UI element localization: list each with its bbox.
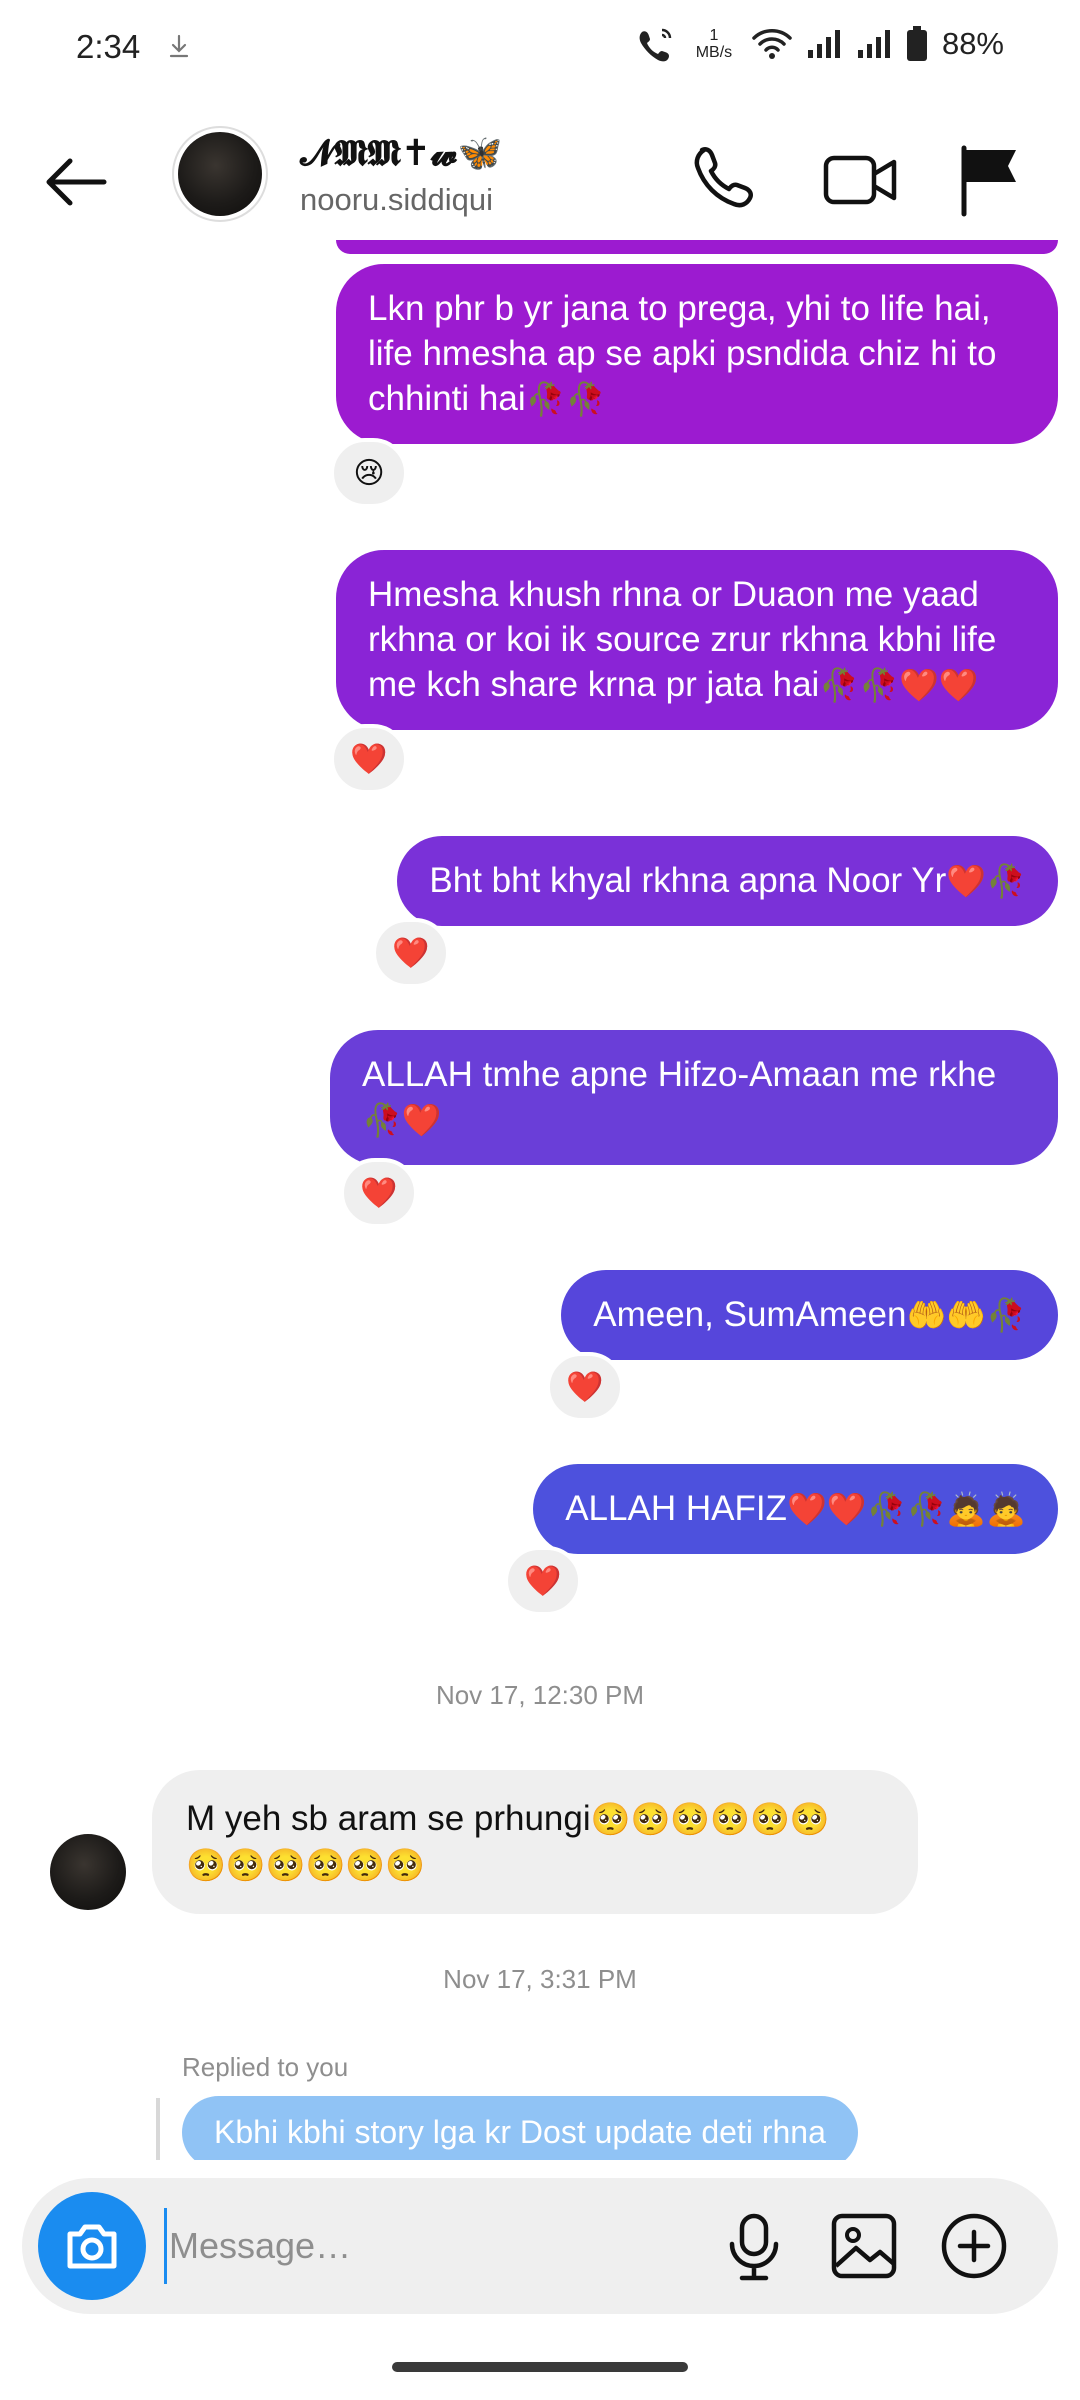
reaction-badge[interactable]: ❤️ xyxy=(504,1546,582,1616)
message-emoji: 🥀❤️ xyxy=(362,1101,442,1139)
timestamp: Nov 17, 3:31 PM xyxy=(443,1964,637,1994)
message-bubble-1[interactable]: Lkn phr b yr jana to prega, yhi to life … xyxy=(336,264,1058,444)
camera-icon xyxy=(67,2224,117,2269)
message-bubble[interactable]: ALLAH HAFIZ❤️❤️🥀🥀🙇🙇 xyxy=(533,1464,1058,1554)
message-text: M yeh sb aram se prhungi xyxy=(186,1799,591,1838)
signal-icon-2 xyxy=(857,30,890,58)
message-bubble-2[interactable]: Hmesha khush rhna or Duaon me yaad rkhna… xyxy=(336,550,1058,730)
status-bar: 2:34 1 MB/s 88% xyxy=(0,0,1080,96)
contact-avatar[interactable] xyxy=(172,126,268,222)
message-bubble-6[interactable]: ALLAH HAFIZ❤️❤️🥀🥀🙇🙇 xyxy=(533,1464,1058,1554)
network-speed: 1 MB/s xyxy=(695,27,733,61)
message-thread[interactable]: Lkn phr b yr jana to prega, yhi to life … xyxy=(0,240,1080,2160)
signal-icon xyxy=(807,30,840,58)
message-emoji: 🥺🥺🥺🥺🥺🥺 xyxy=(590,1800,830,1838)
home-indicator[interactable] xyxy=(392,2362,688,2372)
battery-percent: 88% xyxy=(941,26,1004,61)
reply-indicator-line xyxy=(156,2098,160,2160)
message-bubble-4[interactable]: ALLAH tmhe apne Hifzo-Amaan me rkhe 🥀❤️ xyxy=(330,1030,1058,1165)
message-text: ALLAH HAFIZ xyxy=(565,1489,787,1528)
status-icons: 1 MB/s 88% xyxy=(636,26,1004,62)
back-arrow-icon[interactable] xyxy=(40,146,112,218)
camera-button[interactable] xyxy=(38,2192,146,2300)
video-camera-icon[interactable] xyxy=(820,140,900,220)
message-emoji: ❤️❤️🥀🥀🙇🙇 xyxy=(786,1490,1026,1528)
message-bubble[interactable]: ALLAH tmhe apne Hifzo-Amaan me rkhe 🥀❤️ xyxy=(330,1030,1058,1165)
chat-header: 𝓝𝕸𝕸✝𝔀🦋 nooru.siddiqui xyxy=(0,110,1080,240)
message-bubble[interactable]: Bht bht khyal rkhna apna Noor Yr❤️🥀 xyxy=(397,836,1058,926)
reaction-badge[interactable]: ❤️ xyxy=(340,1158,418,1228)
battery-icon xyxy=(906,26,927,61)
timestamp: Nov 17, 12:30 PM xyxy=(435,1680,645,1710)
message-bubble[interactable]: Ameen, SumAmeen🤲🤲🥀 xyxy=(561,1270,1058,1360)
message-bubble[interactable]: Lkn phr b yr jana to prega, yhi to life … xyxy=(336,264,1058,444)
wifi-call-icon xyxy=(639,28,672,62)
previous-message-edge xyxy=(336,240,1058,254)
message-composer xyxy=(22,2178,1058,2314)
message-text: Ameen, SumAmeen xyxy=(593,1295,907,1334)
replied-message-bubble[interactable]: Kbhi kbhi story lga kr Dost update deti … xyxy=(182,2096,858,2160)
reaction-badge[interactable]: ❤️ xyxy=(330,724,408,794)
message-bubble[interactable]: Hmesha khush rhna or Duaon me yaad rkhna… xyxy=(336,550,1058,730)
microphone-icon[interactable] xyxy=(716,2208,792,2284)
download-icon xyxy=(169,34,189,58)
message-emoji: 🤲🤲🥀 xyxy=(906,1296,1026,1334)
message-emoji: 🥀🥀❤️❤️ xyxy=(819,666,979,704)
reaction-badge[interactable]: ❤️ xyxy=(372,918,450,988)
reaction-badge[interactable]: 😢 xyxy=(330,438,408,508)
contact-name[interactable]: 𝓝𝕸𝕸✝𝔀🦋 xyxy=(300,132,502,175)
flag-icon[interactable] xyxy=(950,140,1030,220)
contact-username[interactable]: nooru.siddiqui xyxy=(300,182,493,218)
message-text: Bht bht khyal rkhna apna Noor Yr xyxy=(429,861,947,900)
status-time: 2:34 xyxy=(76,28,141,65)
message-emoji: ❤️🥀 xyxy=(946,862,1026,900)
avatar-image xyxy=(178,132,262,216)
message-input[interactable] xyxy=(164,2208,684,2284)
incoming-message-bubble[interactable]: M yeh sb aram se prhungi🥺🥺🥺🥺🥺🥺 🥺🥺🥺🥺🥺🥺 xyxy=(152,1770,918,1914)
message-emoji-line: 🥺🥺🥺🥺🥺🥺 xyxy=(186,1846,426,1884)
replied-label: Replied to you xyxy=(182,2052,349,2082)
wifi-icon xyxy=(752,29,792,59)
gallery-icon[interactable] xyxy=(826,2208,902,2284)
reaction-badge[interactable]: ❤️ xyxy=(546,1352,624,1422)
sender-avatar[interactable] xyxy=(50,1834,126,1910)
message-text: ALLAH tmhe apne Hifzo-Amaan me rkhe xyxy=(362,1055,997,1094)
message-emoji: 🥀🥀 xyxy=(525,380,606,418)
phone-icon[interactable] xyxy=(680,140,760,220)
message-bubble-3[interactable]: Bht bht khyal rkhna apna Noor Yr❤️🥀 xyxy=(397,836,1058,926)
message-bubble-5[interactable]: Ameen, SumAmeen🤲🤲🥀 xyxy=(561,1270,1058,1360)
message-text: Lkn phr b yr jana to prega, yhi to life … xyxy=(368,289,997,418)
plus-circle-icon[interactable] xyxy=(936,2208,1012,2284)
